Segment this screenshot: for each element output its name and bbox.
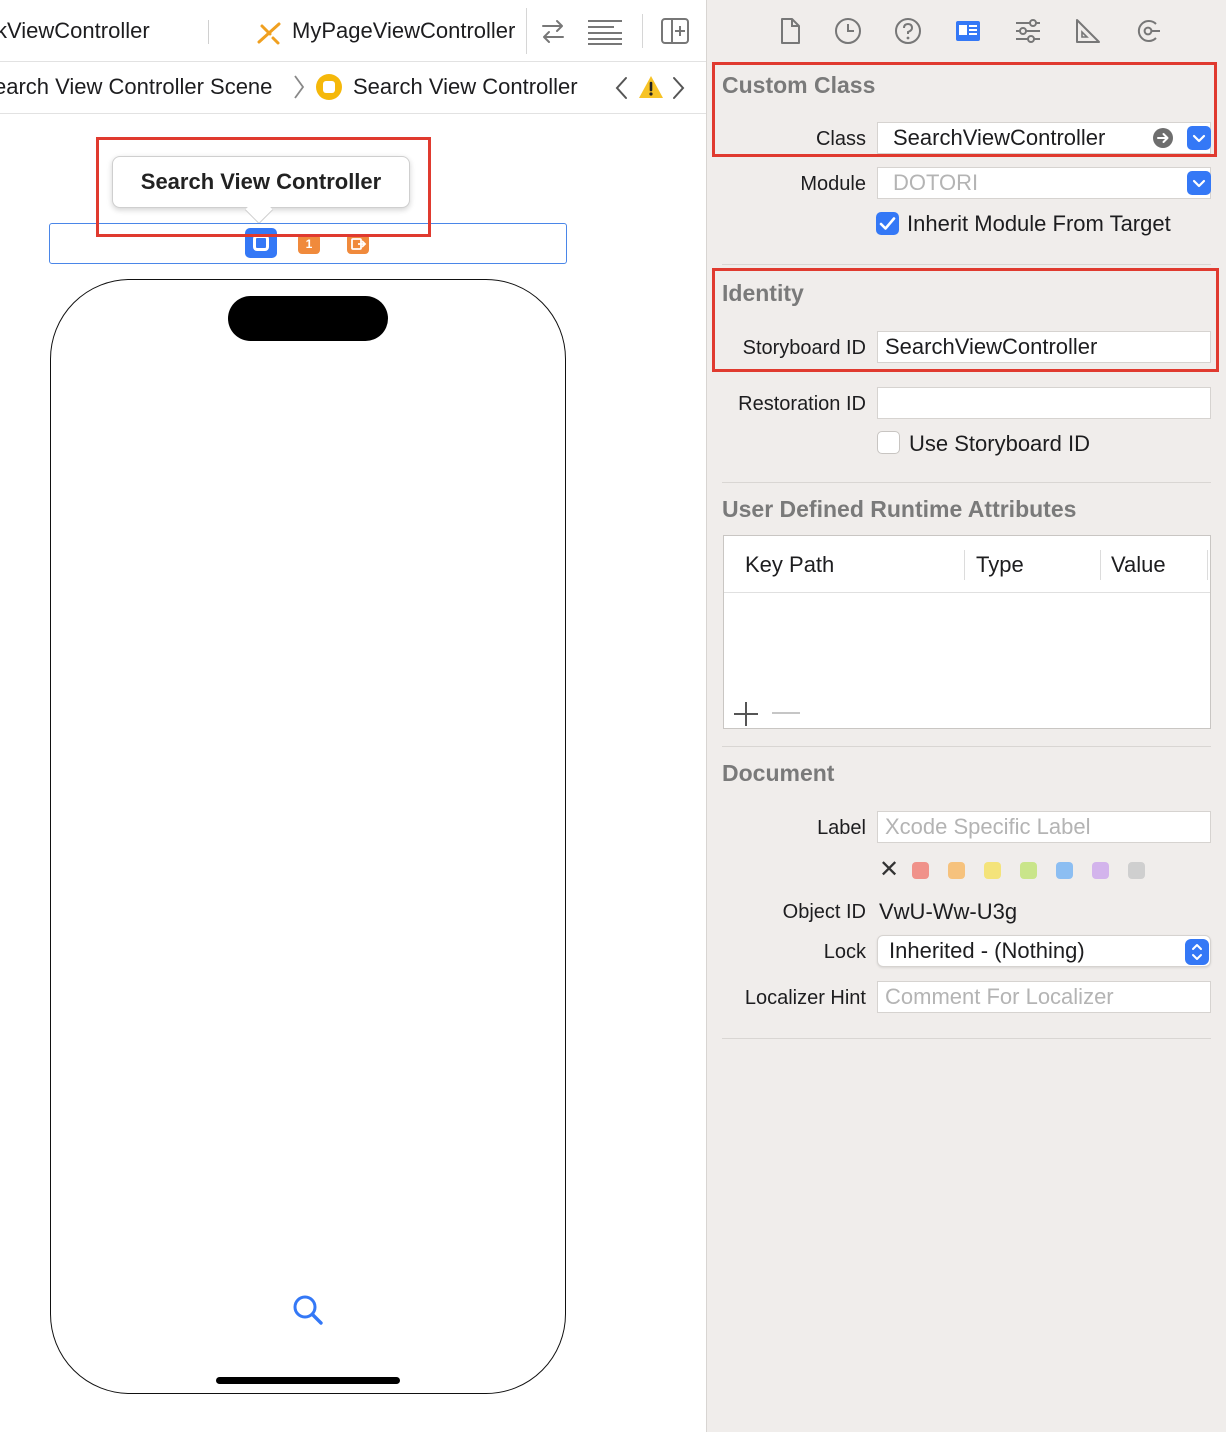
object-id-label: Object ID — [782, 901, 866, 923]
jump-bar-scene[interactable]: earch View Controller Scene — [0, 74, 272, 100]
highlight-box-custom-class — [712, 62, 1217, 157]
clear-color-icon[interactable]: ✕ — [879, 858, 899, 882]
search-icon[interactable] — [290, 1292, 326, 1328]
chevron-down-icon — [1192, 179, 1206, 188]
iphone-frame[interactable] — [50, 279, 566, 1394]
color-swatch-gray[interactable] — [1128, 862, 1145, 879]
runtime-attributes-table[interactable]: Key Path Type Value — [723, 535, 1211, 729]
section-divider — [722, 482, 1211, 483]
toolbar-divider — [526, 8, 527, 54]
tab-my-page-view-controller[interactable]: MyPageViewController — [292, 18, 526, 44]
swap-arrows-icon[interactable] — [538, 16, 568, 46]
add-attribute-icon[interactable] — [732, 700, 760, 728]
color-swatch-orange[interactable] — [948, 862, 965, 879]
tab-work-view-controller[interactable]: kViewController — [0, 18, 150, 44]
column-separator — [1100, 550, 1101, 580]
file-icon[interactable] — [775, 16, 805, 46]
tab-separator — [208, 20, 209, 44]
jump-bar: earch View Controller Scene Search View … — [0, 62, 706, 114]
use-storyboard-id-label[interactable]: Use Storyboard ID — [909, 431, 1090, 457]
highlight-box-tooltip — [96, 137, 431, 237]
identity-icon[interactable] — [953, 16, 983, 46]
localizer-hint-label: Localizer Hint — [744, 987, 866, 1009]
dynamic-island — [228, 296, 388, 341]
lock-popup-button[interactable] — [1185, 939, 1209, 965]
object-id-value: VwU-Ww-U3g — [879, 899, 1018, 924]
attributes-icon[interactable] — [1013, 16, 1043, 46]
editor-tab-bar: kViewController MyPageViewController — [0, 0, 706, 62]
connections-icon[interactable] — [1133, 16, 1163, 46]
section-divider — [722, 746, 1211, 747]
up-down-chevron-icon — [1192, 944, 1202, 960]
label-label: Label — [817, 817, 866, 839]
color-swatch-blue[interactable] — [1056, 862, 1073, 879]
section-divider — [722, 1038, 1211, 1039]
help-icon[interactable] — [893, 16, 923, 46]
chevron-right-icon — [294, 75, 305, 99]
use-storyboard-id-checkbox[interactable] — [877, 431, 900, 454]
color-swatch-purple[interactable] — [1092, 862, 1109, 879]
xcode-window: kViewController MyPageViewController ear… — [0, 0, 1226, 1432]
size-icon[interactable] — [1073, 16, 1103, 46]
jump-bar-controller[interactable]: Search View Controller — [353, 74, 578, 100]
module-dropdown-button[interactable] — [1187, 171, 1211, 195]
chevron-left-icon[interactable] — [612, 74, 630, 102]
home-indicator — [216, 1377, 400, 1384]
column-key-path[interactable]: Key Path — [745, 552, 834, 578]
chevron-right-icon[interactable] — [670, 74, 688, 102]
highlight-box-identity — [712, 268, 1219, 372]
document-title: Document — [722, 760, 835, 786]
color-swatch-green[interactable] — [1020, 862, 1037, 879]
inherit-module-checkbox[interactable] — [876, 212, 899, 235]
history-icon[interactable] — [833, 16, 863, 46]
runtime-attributes-title: User Defined Runtime Attributes — [722, 496, 1077, 522]
module-field[interactable]: DOTORI — [877, 167, 1211, 199]
checkmark-icon — [879, 217, 896, 230]
warning-icon[interactable] — [638, 74, 664, 100]
remove-attribute-icon[interactable] — [772, 712, 800, 714]
color-swatch-red[interactable] — [912, 862, 929, 879]
restoration-id-field[interactable] — [877, 387, 1211, 419]
column-separator — [964, 550, 965, 580]
restoration-id-label: Restoration ID — [738, 393, 866, 415]
inspector-tab-bar — [707, 0, 1226, 62]
view-controller-icon — [316, 74, 342, 100]
adjust-editor-options-icon[interactable] — [586, 16, 624, 46]
exit-icon[interactable] — [347, 234, 369, 254]
column-type[interactable]: Type — [976, 552, 1024, 578]
color-swatch-yellow[interactable] — [984, 862, 1001, 879]
inherit-module-label[interactable]: Inherit Module From Target — [907, 211, 1171, 237]
column-value[interactable]: Value — [1111, 552, 1166, 578]
column-separator — [1207, 550, 1208, 580]
label-field[interactable]: Xcode Specific Label — [877, 811, 1211, 843]
module-label: Module — [800, 173, 866, 195]
lock-label: Lock — [823, 941, 866, 963]
lock-popup[interactable]: Inherited - (Nothing) — [877, 935, 1211, 967]
first-responder-icon[interactable]: 1 — [298, 234, 320, 254]
section-divider — [722, 264, 1211, 265]
add-editor-icon[interactable] — [660, 16, 690, 46]
toolbar-divider — [642, 14, 643, 48]
table-header: Key Path Type Value — [724, 536, 1210, 593]
swift-file-icon — [257, 22, 281, 45]
localizer-hint-field[interactable]: Comment For Localizer — [877, 981, 1211, 1013]
